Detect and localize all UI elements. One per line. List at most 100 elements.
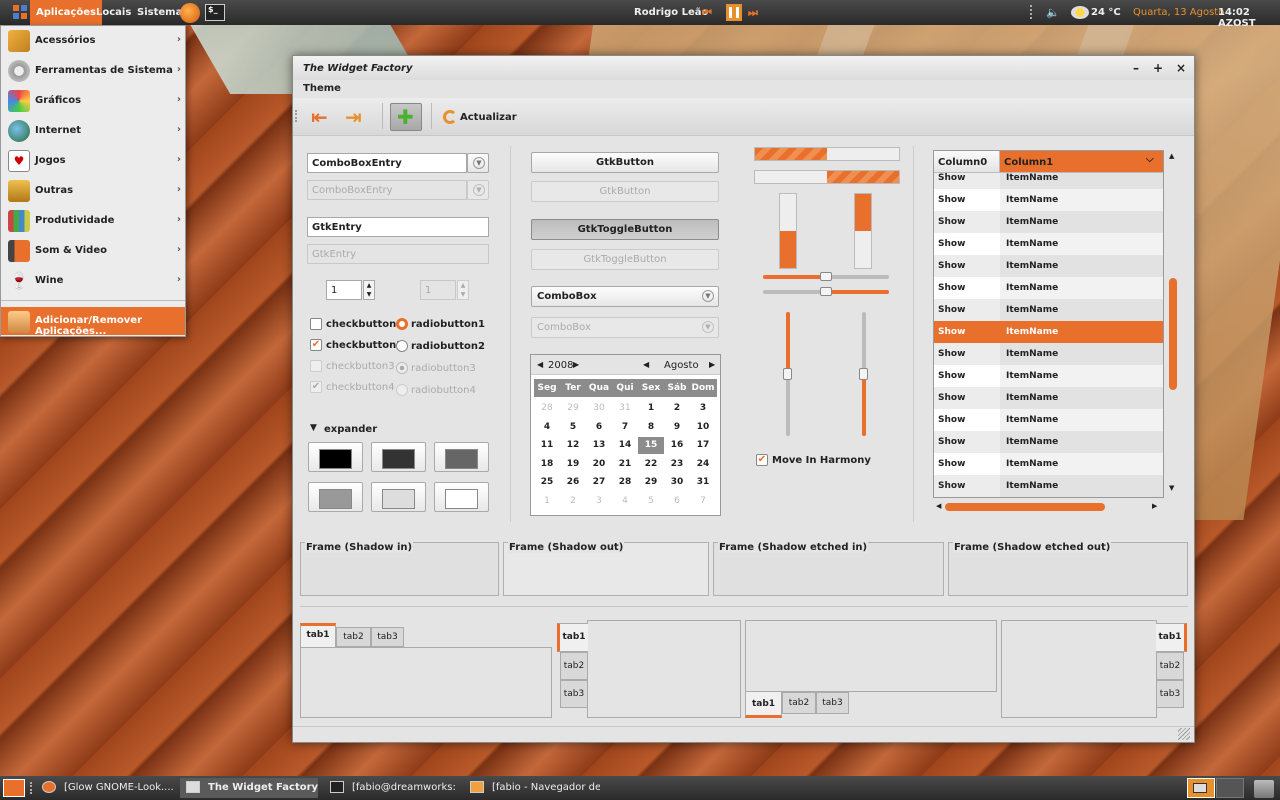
trash-icon[interactable] <box>1254 780 1274 798</box>
move-in-harmony-check[interactable]: ✔ <box>756 454 768 466</box>
calendar-day[interactable]: 29 <box>560 400 586 417</box>
tree-column0-header[interactable]: Column0 <box>934 151 1000 173</box>
combo-box[interactable]: ComboBox ▼ <box>531 286 719 307</box>
combo-entry-dropdown[interactable]: ▼ <box>467 153 489 173</box>
next-month-icon[interactable]: ▶ <box>709 360 715 369</box>
calendar-day[interactable]: 8 <box>638 419 664 436</box>
calendar-day[interactable]: 21 <box>612 456 638 473</box>
scale-v2-handle[interactable] <box>859 368 868 380</box>
go-last-icon[interactable]: ⇥ <box>345 107 369 127</box>
menu-item-add-remove[interactable]: Adicionar/Remover Aplicações... <box>1 307 185 337</box>
scale-h2[interactable] <box>763 287 889 296</box>
menu-item-ferramentas[interactable]: Ferramentas de Sistema › <box>1 56 185 86</box>
calendar-day[interactable]: 13 <box>586 437 612 454</box>
color-button-lightgray[interactable] <box>371 482 426 512</box>
checkbutton1[interactable] <box>310 318 322 330</box>
minimize-icon[interactable]: – <box>1127 59 1145 77</box>
pause-icon[interactable] <box>726 4 742 21</box>
workspace-2[interactable] <box>1216 778 1244 798</box>
calendar-day[interactable]: 24 <box>690 456 716 473</box>
calendar-day[interactable]: 1 <box>638 400 664 417</box>
calendar-day[interactable]: 30 <box>586 400 612 417</box>
scale-v1-handle[interactable] <box>783 368 792 380</box>
calendar-day[interactable]: 25 <box>534 474 560 491</box>
volume-icon[interactable]: 🔈 <box>1046 6 1060 20</box>
tree-row[interactable]: Show ItemName <box>934 233 1163 255</box>
weather-temp[interactable]: 24 °C <box>1091 7 1121 18</box>
checkbutton2[interactable]: ✔ <box>310 339 322 351</box>
calendar-day[interactable]: 31 <box>690 474 716 491</box>
scroll-up-icon[interactable]: ▲ <box>1169 152 1174 160</box>
calendar-day[interactable]: 5 <box>560 419 586 436</box>
show-desktop-icon[interactable] <box>3 779 25 797</box>
close-icon[interactable]: × <box>1172 59 1190 77</box>
scale-h1[interactable] <box>763 272 889 281</box>
calendar-day[interactable]: 23 <box>664 456 690 473</box>
tree-vscroll-thumb[interactable] <box>1169 278 1177 390</box>
calendar-day[interactable]: 10 <box>690 419 716 436</box>
calendar-day[interactable]: 22 <box>638 456 664 473</box>
calendar-day[interactable]: 26 <box>560 474 586 491</box>
notebook-right-tab1[interactable]: tab1 <box>1156 623 1187 652</box>
calendar-day[interactable]: 31 <box>612 400 638 417</box>
go-first-icon[interactable]: ⇤ <box>311 107 335 127</box>
scroll-right-icon[interactable]: ▶ <box>1152 502 1157 510</box>
notebook-right-tab3[interactable]: tab3 <box>1156 680 1184 708</box>
tree-row[interactable]: Show ItemName <box>934 431 1163 453</box>
tree-row[interactable]: Show ItemName <box>934 211 1163 233</box>
calendar-day[interactable]: 20 <box>586 456 612 473</box>
previous-track-icon[interactable]: ⏮ <box>702 6 722 19</box>
notebook-left-tab2[interactable]: tab2 <box>560 652 588 680</box>
menu-item-produtividade[interactable]: Produtividade › <box>1 206 185 236</box>
notebook-top-tab1[interactable]: tab1 <box>300 623 336 647</box>
prev-year-icon[interactable]: ◀ <box>537 360 543 369</box>
menu-item-acessorios[interactable]: Acessórios › <box>1 26 185 56</box>
notebook-left-tab3[interactable]: tab3 <box>560 680 588 708</box>
scale-v2[interactable] <box>859 312 868 436</box>
task-widget-factory[interactable]: The Widget Factory <box>180 778 318 798</box>
menu-item-graficos[interactable]: Gráficos › <box>1 86 185 116</box>
tree-vscrollbar[interactable]: ▲ ▼ <box>1166 150 1180 498</box>
task-file-browser[interactable]: [fabio - Navegador de ... <box>464 778 600 798</box>
calendar-day[interactable]: 28 <box>612 474 638 491</box>
calendar-day[interactable]: 16 <box>664 437 690 454</box>
notebook-bottom-tab2[interactable]: tab2 <box>782 692 816 714</box>
color-button-white[interactable] <box>434 482 489 512</box>
workspace-1[interactable] <box>1187 778 1215 798</box>
calendar-day[interactable]: 7 <box>612 419 638 436</box>
calendar-day[interactable]: 28 <box>534 400 560 417</box>
calendar-day[interactable]: 3 <box>690 400 716 417</box>
calendar-day[interactable]: 6 <box>664 493 690 510</box>
task-terminal[interactable]: [fabio@dreamworks: ... <box>324 778 459 798</box>
calendar-day[interactable]: 12 <box>560 437 586 454</box>
radiobutton2[interactable] <box>396 340 408 352</box>
notebook-top-tab3[interactable]: tab3 <box>371 627 404 647</box>
calendar-day[interactable]: 30 <box>664 474 690 491</box>
weather-icon[interactable] <box>1071 6 1089 19</box>
scale-h2-handle[interactable] <box>820 287 832 296</box>
tree-row[interactable]: Show ItemName <box>934 343 1163 365</box>
calendar-day[interactable]: 7 <box>690 493 716 510</box>
notebook-top-tab2[interactable]: tab2 <box>336 627 371 647</box>
tree-row[interactable]: Show ItemName <box>934 189 1163 211</box>
calendar-day[interactable]: 5 <box>638 493 664 510</box>
tree-row[interactable]: Show ItemName <box>934 409 1163 431</box>
notebook-bottom-tab1[interactable]: tab1 <box>745 692 782 718</box>
clock-time[interactable]: 14:02 AZOST <box>1218 7 1280 29</box>
toolbar-handle-icon[interactable] <box>295 110 300 122</box>
tree-row[interactable]: Show ItemName <box>934 365 1163 387</box>
tree-column1-header[interactable]: Column1 ⌵ <box>1000 151 1163 173</box>
notebook-bottom-tab3[interactable]: tab3 <box>816 692 849 714</box>
gnome-menu-icon[interactable] <box>6 0 28 25</box>
expander-label[interactable]: expander <box>324 424 377 435</box>
radiobutton1[interactable] <box>396 318 408 330</box>
tree-row[interactable]: Show ItemName <box>934 255 1163 277</box>
menu-theme[interactable]: Theme <box>303 83 341 94</box>
menu-item-internet[interactable]: Internet › <box>1 116 185 146</box>
calendar-day[interactable]: 14 <box>612 437 638 454</box>
task-glow-gnome-look[interactable]: [Glow GNOME-Look.... <box>42 778 176 798</box>
gtk-toggle-button[interactable]: GtkToggleButton <box>531 219 719 240</box>
calendar-day[interactable]: 29 <box>638 474 664 491</box>
maximize-icon[interactable]: + <box>1149 59 1167 77</box>
spin-arrows-icon[interactable]: ▲ ▼ <box>363 280 375 300</box>
